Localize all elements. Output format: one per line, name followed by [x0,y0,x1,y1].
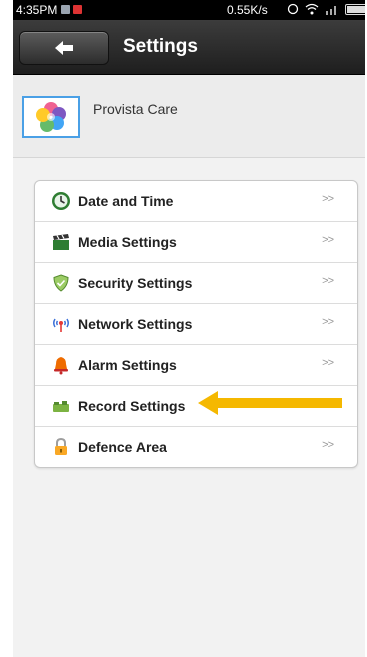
status-right-icons [287,3,365,15]
menu-item-security-settings[interactable]: Security Settings >> [35,263,357,304]
settings-menu: Date and Time >> Media Settings >> Secur… [34,180,358,468]
menu-item-label: Defence Area [78,439,167,455]
notification-alert-icon [73,5,82,14]
notification-icons [61,5,82,14]
lock-icon [51,437,71,457]
menu-item-label: Date and Time [78,193,174,209]
page-title: Settings [123,36,198,57]
notification-app-icon [61,5,70,14]
chevron-right-icon: >> [322,193,334,205]
menu-item-label: Security Settings [78,275,193,291]
clock-icon [51,191,71,211]
menu-item-alarm-settings[interactable]: Alarm Settings >> [35,345,357,386]
app-screen: 4:35PM 0.55K/s Settings Provista Care Da… [13,0,365,657]
menu-item-label: Alarm Settings [78,357,177,373]
wifi-icon [305,3,319,15]
menu-item-media-settings[interactable]: Media Settings >> [35,222,357,263]
chevron-right-icon: >> [322,234,334,246]
menu-item-label: Network Settings [78,316,193,332]
title-bar: Settings [13,20,365,75]
network-speed: 0.55K/s [227,3,268,17]
menu-item-defence-area[interactable]: Defence Area >> [35,427,357,467]
menu-item-date-and-time[interactable]: Date and Time >> [35,181,357,222]
menu-item-network-settings[interactable]: Network Settings >> [35,304,357,345]
chevron-right-icon: >> [322,316,334,328]
device-row[interactable]: Provista Care [13,75,365,158]
clapperboard-icon [51,232,71,252]
chevron-right-icon: >> [322,439,334,451]
menu-item-label: Media Settings [78,234,177,250]
camera-icon [51,396,71,416]
chevron-right-icon: >> [322,275,334,287]
battery-icon [345,3,365,15]
antenna-icon [51,314,71,334]
chevron-right-icon: >> [322,357,334,369]
device-thumbnail [22,96,80,138]
bell-icon [51,355,71,375]
shield-icon [51,273,71,293]
signal-icon [326,6,336,15]
status-bar: 4:35PM 0.55K/s [13,0,365,20]
status-time: 4:35PM [16,3,58,17]
device-name: Provista Care [93,101,178,117]
pointer-arrow-icon [198,391,342,415]
flower-logo-icon [36,102,66,132]
menu-item-label: Record Settings [78,398,186,414]
sync-icon [287,3,299,15]
